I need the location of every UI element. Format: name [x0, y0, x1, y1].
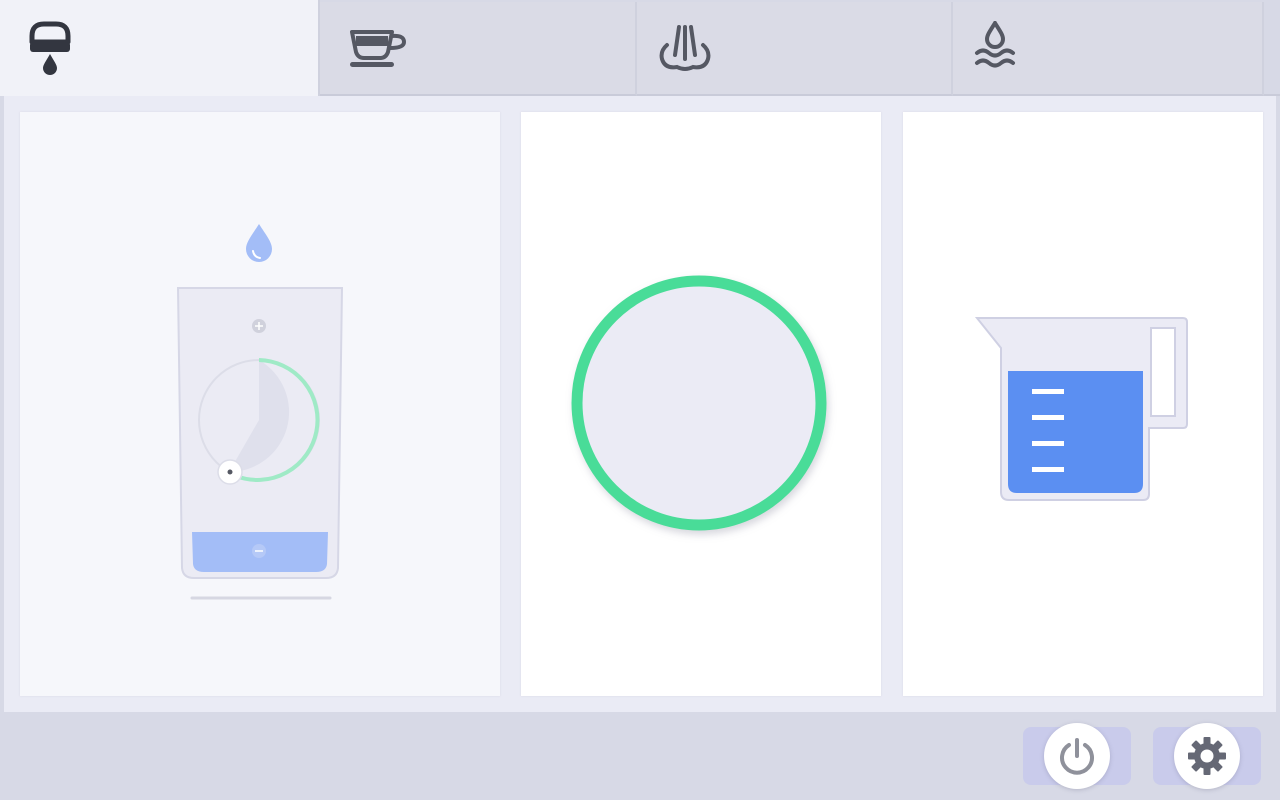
hot-water-icon: [975, 21, 1015, 68]
jug-panel: [903, 112, 1263, 696]
tap-drip-icon: [29, 21, 71, 75]
tab-coffee[interactable]: [320, 2, 637, 96]
measuring-jug-icon[interactable]: [903, 112, 1263, 696]
gear-icon: [1188, 737, 1226, 775]
tab-hot-water[interactable]: [953, 2, 1264, 96]
tab-dispense[interactable]: [0, 0, 320, 96]
glass-illustration: [176, 224, 344, 600]
settings-button[interactable]: [1153, 723, 1261, 789]
tab-steam[interactable]: [637, 2, 953, 96]
power-icon: [1060, 738, 1094, 775]
start-button[interactable]: [521, 112, 881, 696]
decrease-volume-button[interactable]: [252, 544, 266, 558]
main-content: [4, 96, 1276, 712]
increase-volume-button[interactable]: [252, 319, 266, 333]
power-button[interactable]: [1023, 723, 1131, 789]
tab-bar-filler: [1264, 2, 1280, 96]
brew-panel: [521, 112, 881, 696]
mode-tab-bar: [0, 0, 1280, 96]
footer-bar: [0, 712, 1280, 800]
steam-wand-icon: [659, 25, 711, 71]
water-drop-icon: [246, 224, 272, 262]
coffee-cup-icon: [350, 30, 407, 67]
volume-panel: [20, 112, 500, 696]
